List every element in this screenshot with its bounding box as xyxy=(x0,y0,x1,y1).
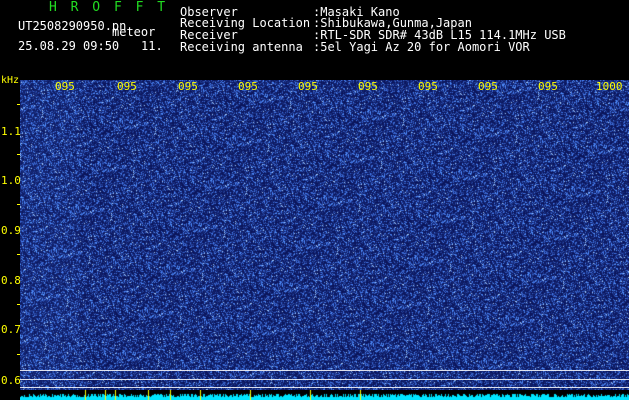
frequency-marker-line xyxy=(20,387,629,388)
antenna-label: Receiving antenna xyxy=(180,40,303,54)
frequency-marker-line xyxy=(20,379,629,380)
y-tick-label: 1.1 xyxy=(1,125,21,138)
fft-number: 11. xyxy=(141,39,163,53)
x-tick-label: 095 xyxy=(117,81,137,92)
y-tick-mark xyxy=(17,304,20,305)
x-tick-label: 095 xyxy=(538,81,558,92)
y-tick-label: 0.7 xyxy=(1,323,21,336)
x-tick-label: 095 xyxy=(55,81,75,92)
x-tick-label: 1000 xyxy=(596,81,623,92)
y-tick-label: 0.8 xyxy=(1,274,21,287)
x-tick-label: 095 xyxy=(478,81,498,92)
y-tick-mark xyxy=(17,154,20,155)
app-title: H R O F F T xyxy=(49,0,169,15)
y-tick-mark xyxy=(17,254,20,255)
date-time: 25.08.29 09:50 xyxy=(18,39,120,53)
y-tick-label: 0.6 xyxy=(1,374,21,387)
spectrogram-plot[interactable] xyxy=(20,80,629,392)
file-name: UT2508290950.pn xyxy=(18,19,127,33)
x-tick-label: 095 xyxy=(178,81,198,92)
y-tick-mark xyxy=(17,354,20,355)
x-tick-label: 095 xyxy=(418,81,438,92)
y-axis-unit: kHz xyxy=(1,75,20,86)
signal-level-bar xyxy=(20,390,629,400)
mode-label: meteor xyxy=(112,25,156,39)
antenna-value: :5el Yagi Az 20 for Aomori VOR xyxy=(313,40,530,54)
y-tick-label: 0.9 xyxy=(1,224,21,237)
x-tick-label: 095 xyxy=(298,81,318,92)
y-tick-label: 1.0 xyxy=(1,174,21,187)
frequency-marker-line xyxy=(20,370,629,371)
y-tick-mark xyxy=(17,104,20,105)
y-tick-mark xyxy=(17,204,20,205)
x-tick-label: 095 xyxy=(358,81,378,92)
x-tick-label: 095 xyxy=(238,81,258,92)
